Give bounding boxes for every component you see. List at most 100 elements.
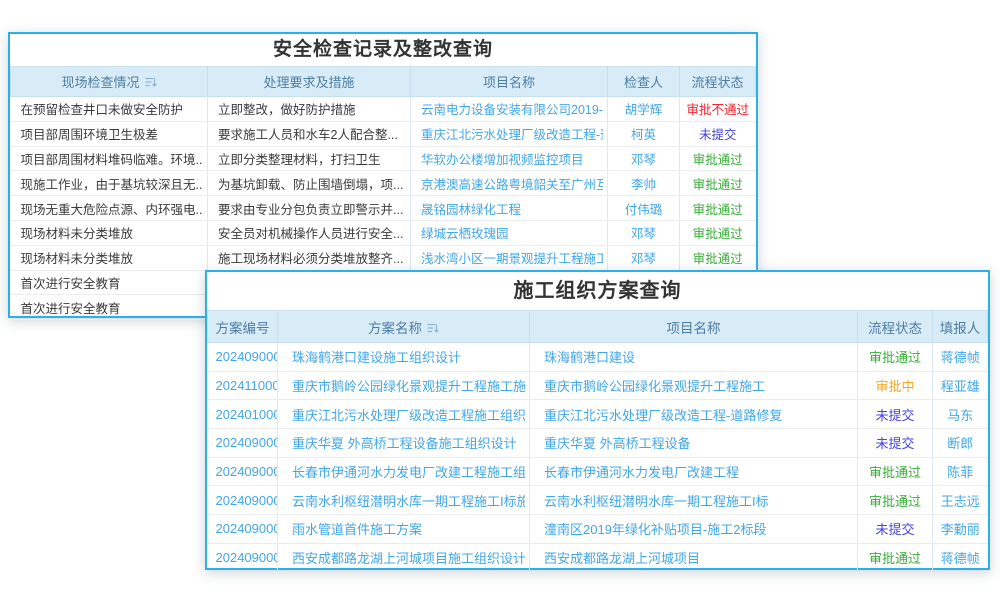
project-link[interactable]: 京港澳高速公路粤境韶关至广州互通路面改: [421, 174, 603, 193]
code-link[interactable]: 2024090005: [216, 493, 278, 508]
reporter-name: 程亚雄: [933, 376, 988, 395]
measure-cell: 要求施工人员和水车2人配合整...: [208, 121, 411, 146]
table-row: 2024090005 云南水利枢纽潜明水库一期工程施工I标施工组织设计云南水利枢纽…: [208, 486, 988, 515]
project-link[interactable]: 重庆江北污水处理厂级改造工程-道路修复: [544, 405, 853, 424]
project-cell: 云南水利枢纽潜明水库一期工程施工I标: [530, 486, 858, 515]
status-badge: 未提交: [858, 405, 932, 424]
project-link[interactable]: 潼南区2019年绿化补贴项目-施工2标段: [544, 519, 853, 538]
project-cell: 重庆市鹅岭公园绿化景观提升工程施工: [530, 371, 858, 400]
project-link[interactable]: 重庆华夏 外高桥工程设备: [544, 433, 853, 452]
table-row: 2024090002 重庆华夏 外高桥工程设备施工组织设计重庆华夏 外高桥工程设备…: [208, 429, 988, 458]
status-cell: 审批中: [858, 371, 933, 400]
code-link[interactable]: 2024090001: [216, 550, 278, 565]
col-header-label: 方案编号: [216, 321, 270, 336]
col-header-label: 检查人: [624, 75, 663, 90]
name-cell: 重庆江北污水处理厂级改造工程施工组织设计: [278, 400, 530, 429]
reporter-name: 蒋德帧: [933, 347, 988, 366]
situation-cell: 现场无重大危险点源、内环强电...: [21, 199, 204, 218]
status-badge: 审批通过: [858, 491, 932, 510]
plan-header-row: 方案编号方案名称项目名称流程状态填报人: [208, 311, 988, 343]
col-header-name[interactable]: 方案名称: [278, 311, 530, 343]
code-link[interactable]: 2024110001: [216, 378, 278, 393]
status-cell: 审批通过: [858, 543, 933, 572]
name-link[interactable]: 重庆江北污水处理厂级改造工程施工组织设计: [292, 405, 525, 424]
name-cell: 西安成都路龙湖上河城项目施工组织设计: [278, 543, 530, 572]
situation-cell: 现场材料未分类堆放: [11, 245, 208, 270]
code-link[interactable]: 2024090006: [216, 464, 278, 479]
reporter-cell: 李勤丽: [933, 515, 988, 544]
name-link[interactable]: 珠海鹤港口建设施工组织设计: [292, 347, 525, 366]
project-link[interactable]: 长春市伊通河水力发电厂改建工程: [544, 462, 853, 481]
name-cell: 重庆华夏 外高桥工程设备施工组织设计: [278, 429, 530, 458]
project-link[interactable]: 云南电力设备安装有限公司2019--2020年度: [421, 99, 603, 118]
code-link[interactable]: 2024090002: [216, 435, 278, 450]
name-link[interactable]: 重庆华夏 外高桥工程设备施工组织设计: [292, 433, 525, 452]
plan-panel-title: 施工组织方案查询: [207, 272, 988, 310]
reporter-cell: 陈菲: [933, 457, 988, 486]
project-link[interactable]: 西安成都路龙湖上河城项目: [544, 548, 853, 567]
inspector-name: 付伟璐: [608, 199, 679, 218]
code-link[interactable]: 2024090002: [216, 521, 278, 536]
inspector-name: 柯英: [608, 124, 679, 143]
name-link[interactable]: 西安成都路龙湖上河城项目施工组织设计: [292, 548, 525, 567]
inspector-cell: 胡学辉: [608, 97, 680, 122]
situation-cell: 现施工作业，由于基坑较深且无...: [11, 171, 208, 196]
project-link[interactable]: 重庆江北污水处理厂级改造工程-道路修复: [421, 124, 603, 143]
project-link[interactable]: 浅水湾小区一期景观提升工程施工: [421, 248, 603, 267]
col-header-label: 流程状态: [691, 75, 743, 90]
project-link[interactable]: 华软办公楼增加视频监控项目: [421, 149, 603, 168]
table-row: 项目部周围环境卫生极差要求施工人员和水车2人配合整... 重庆江北污水处理厂级改造…: [11, 121, 756, 146]
reporter-cell: 断郎: [933, 429, 988, 458]
status-cell: 未提交: [858, 429, 933, 458]
status-badge: 审批通过: [858, 548, 932, 567]
col-header-reporter: 填报人: [933, 311, 988, 343]
status-cell: 审批通过: [680, 196, 756, 221]
measure-cell: 立即分类整理材料，打扫卫生: [208, 146, 411, 171]
name-link[interactable]: 云南水利枢纽潜明水库一期工程施工I标施工组织设计: [292, 491, 525, 510]
code-cell: 2024010002: [208, 400, 278, 429]
project-cell: 晟铭园林绿化工程: [411, 196, 608, 221]
name-link[interactable]: 重庆市鹅岭公园绿化景观提升工程施工施工组织设计: [292, 376, 525, 395]
measure-cell: 要求施工人员和水车2人配合整...: [218, 124, 406, 143]
project-link[interactable]: 重庆市鹅岭公园绿化景观提升工程施工: [544, 376, 853, 395]
status-cell: 审批通过: [858, 457, 933, 486]
status-cell: 未提交: [858, 400, 933, 429]
inspector-name: 邓琴: [608, 248, 679, 267]
inspector-name: 邓琴: [608, 149, 679, 168]
situation-cell: 项目部周围环境卫生极差: [11, 121, 208, 146]
code-link[interactable]: 2024010002: [216, 407, 278, 422]
inspector-name: 李帅: [608, 174, 679, 193]
name-cell: 云南水利枢纽潜明水库一期工程施工I标施工组织设计: [278, 486, 530, 515]
project-link[interactable]: 云南水利枢纽潜明水库一期工程施工I标: [544, 491, 853, 510]
status-cell: 审批通过: [858, 343, 933, 372]
project-link[interactable]: 绿城云栖玫瑰园: [421, 223, 603, 242]
situation-cell: 现场材料未分类堆放: [21, 223, 204, 242]
status-cell: 审批不通过: [680, 97, 756, 122]
table-row: 2024090006 长春市伊通河水力发电厂改建工程施工组织设计长春市伊通河水力发…: [208, 457, 988, 486]
situation-cell: 现施工作业，由于基坑较深且无...: [21, 174, 204, 193]
table-row: 现场材料未分类堆放施工现场材料必须分类堆放整齐...浅水湾小区一期景观提升工程施…: [11, 245, 756, 270]
col-header-situation[interactable]: 现场检查情况: [11, 67, 208, 97]
project-link[interactable]: 晟铭园林绿化工程: [421, 199, 603, 218]
reporter-name: 蒋德帧: [933, 548, 988, 567]
table-row: 2024090002 雨水管道首件施工方案潼南区2019年绿化补贴项目-施工2标段…: [208, 515, 988, 544]
table-row: 2024010002 重庆江北污水处理厂级改造工程施工组织设计重庆江北污水处理厂级…: [208, 400, 988, 429]
status-badge: 未提交: [858, 433, 932, 452]
status-cell: 审批通过: [680, 146, 756, 171]
col-header-project: 项目名称: [411, 67, 608, 97]
measure-cell: 立即整改，做好防护措施: [218, 99, 406, 118]
sort-icon: [145, 77, 157, 88]
name-link[interactable]: 雨水管道首件施工方案: [292, 519, 525, 538]
safety-panel-title: 安全检查记录及整改查询: [10, 34, 756, 66]
inspector-cell: 付伟璐: [608, 196, 680, 221]
measure-cell: 立即分类整理材料，打扫卫生: [218, 149, 406, 168]
project-link[interactable]: 珠海鹤港口建设: [544, 347, 853, 366]
col-header-project: 项目名称: [530, 311, 858, 343]
name-link[interactable]: 长春市伊通河水力发电厂改建工程施工组织设计: [292, 462, 525, 481]
code-link[interactable]: 2024090007: [216, 349, 278, 364]
table-row: 2024090001 西安成都路龙湖上河城项目施工组织设计西安成都路龙湖上河城项目…: [208, 543, 988, 572]
name-cell: 珠海鹤港口建设施工组织设计: [278, 343, 530, 372]
col-header-label: 处理要求及措施: [263, 75, 354, 90]
status-badge: 审批通过: [680, 248, 756, 267]
situation-cell: 首次进行安全教育: [21, 298, 204, 317]
